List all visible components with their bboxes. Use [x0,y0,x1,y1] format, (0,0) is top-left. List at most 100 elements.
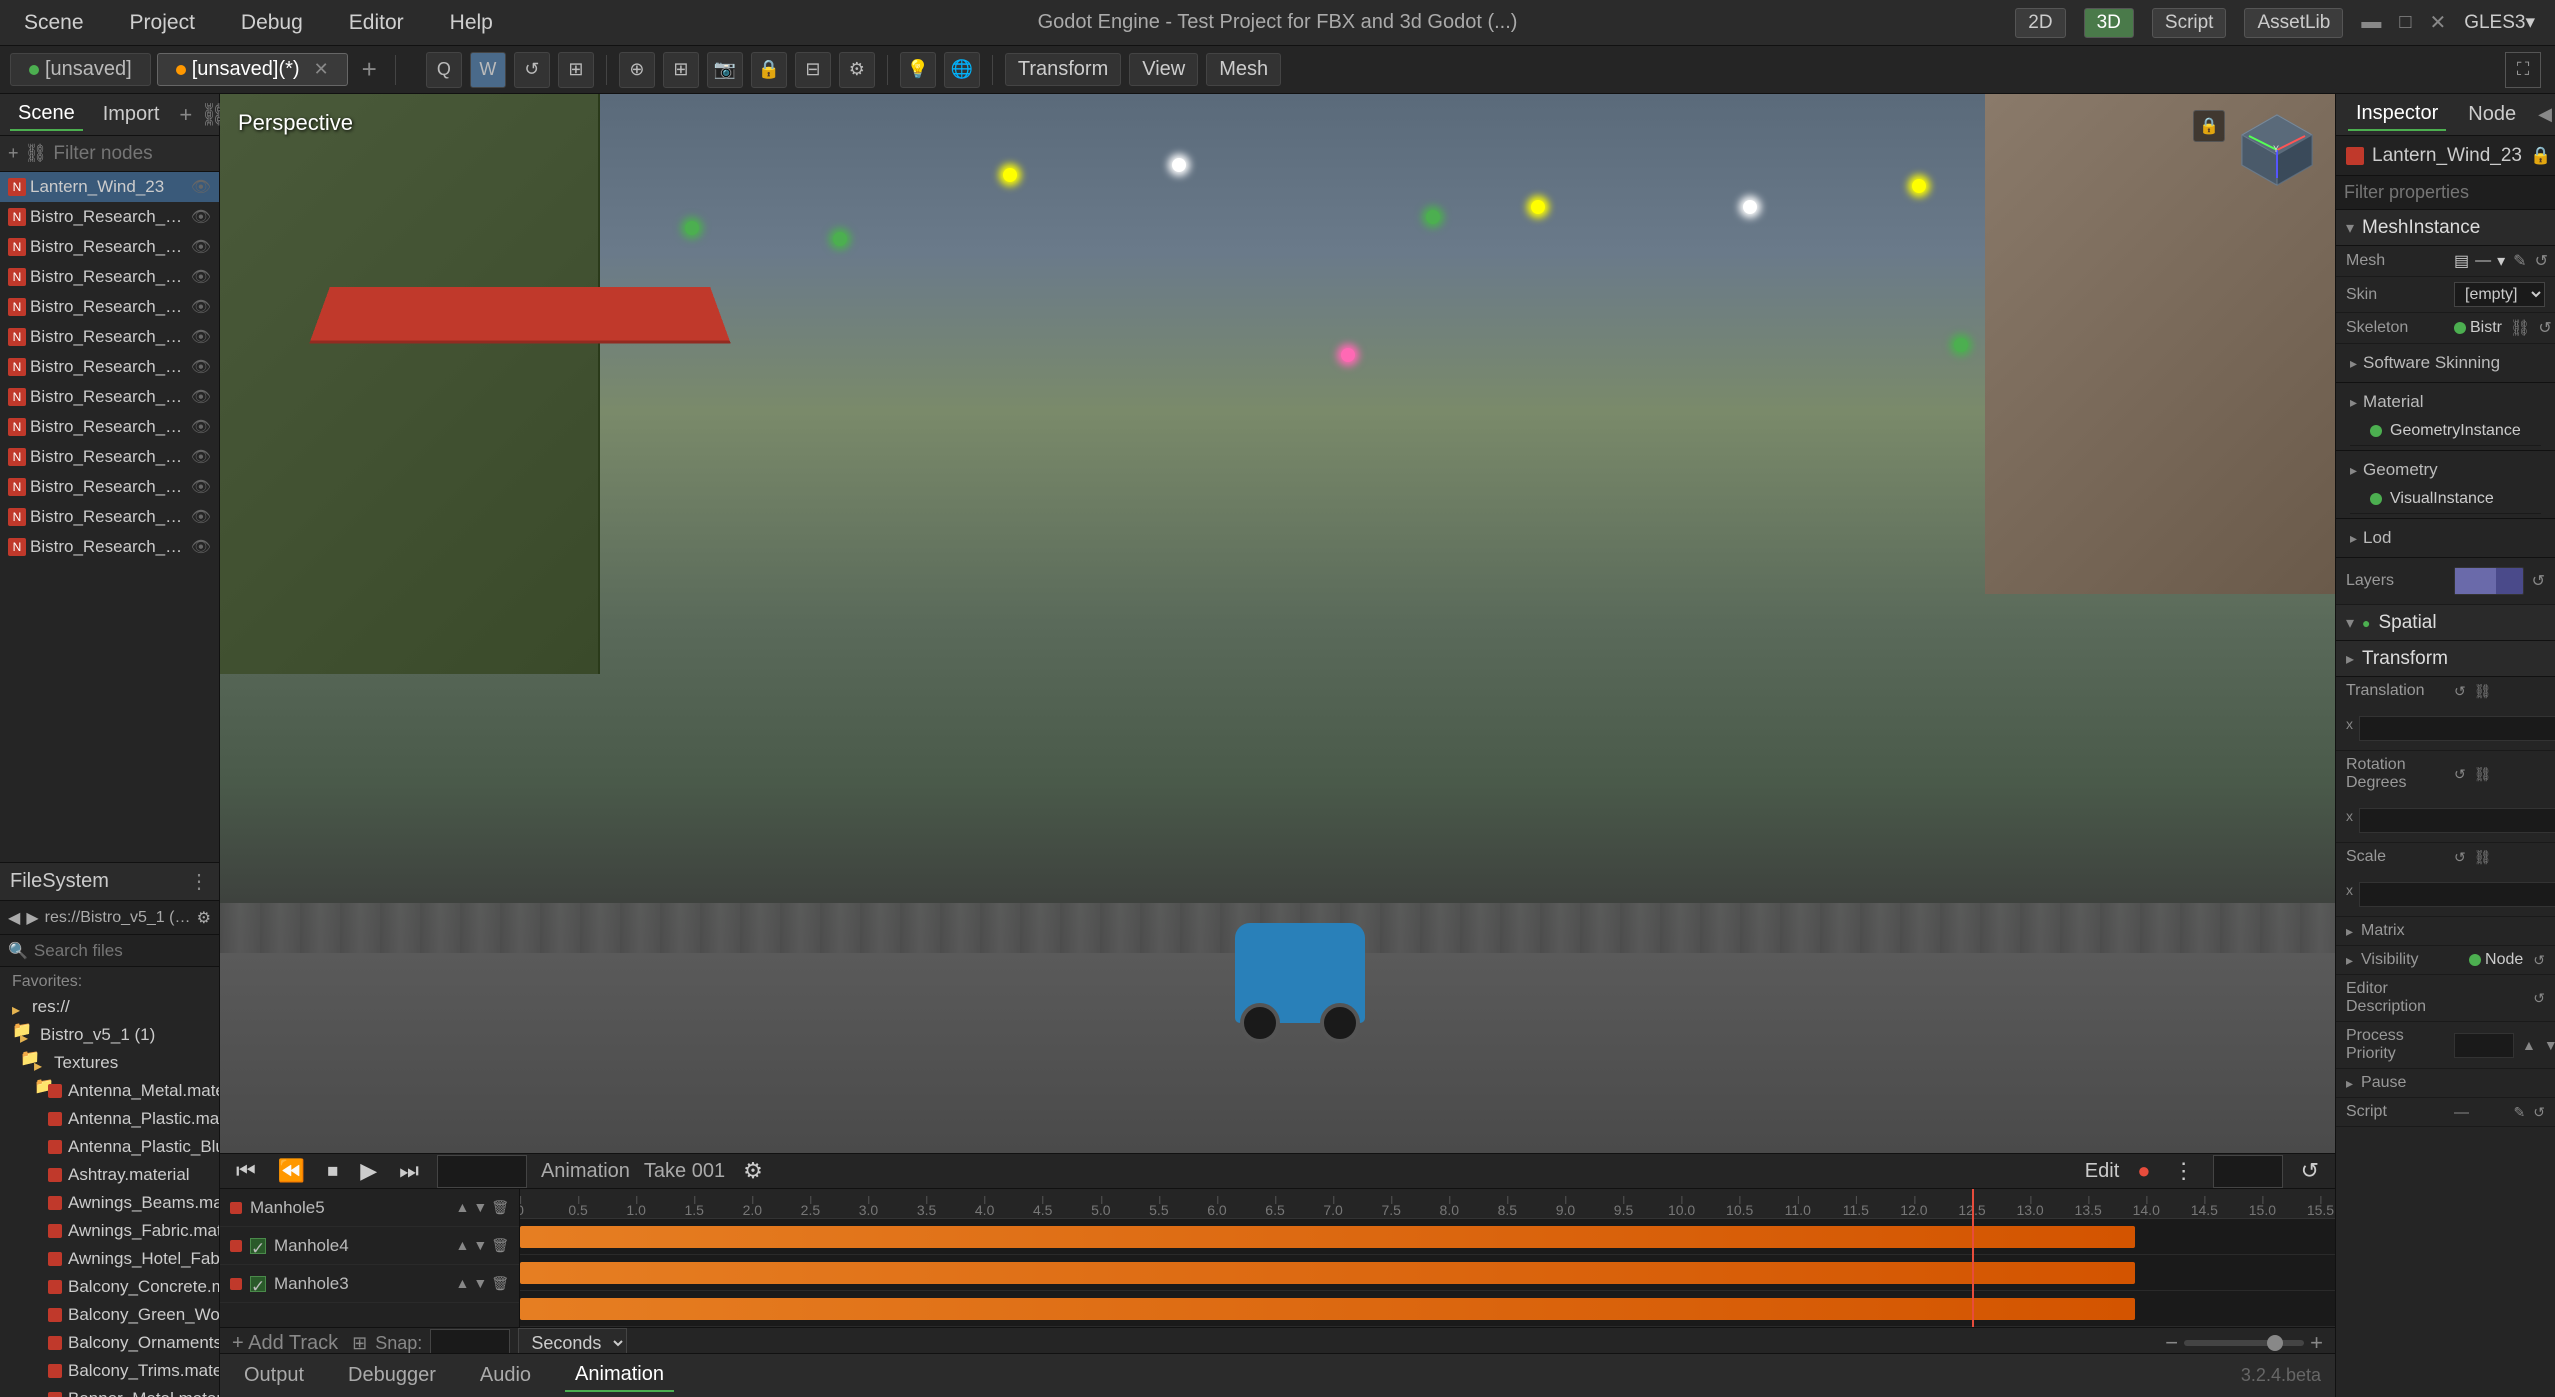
script-reset-icon[interactable]: ↺ [2533,1104,2545,1121]
material-header[interactable]: ▸ Material [2350,387,2541,417]
fs-item-antenna-plastic-blue[interactable]: Antenna_Plastic_Blue.material [0,1133,219,1161]
anim-rewind-button[interactable]: ⏪ [274,1154,309,1188]
fs-item-antenna-metal[interactable]: Antenna_Metal.material [0,1077,219,1105]
scene-add-icon[interactable]: + [179,102,192,128]
lod-header[interactable]: ▸ Lod [2350,523,2541,553]
tree-item-bistro-3[interactable]: N Bistro_Research_Exterior_Paris_Buil 👁 [0,262,219,292]
menu-editor[interactable]: Editor [341,7,412,39]
import-tab[interactable]: Import [95,99,168,130]
tree-item-bistro-6[interactable]: N Bistro_Research_Exterior_Paris_Buil 👁 [0,352,219,382]
menu-debug[interactable]: Debug [233,7,311,39]
tool-group[interactable]: ⊟ [795,52,831,88]
layers-bar[interactable] [2454,567,2524,595]
menu-help[interactable]: Help [442,7,501,39]
tool-snap[interactable]: ⊞ [663,52,699,88]
script-edit-icon[interactable]: ✎ [2514,1104,2526,1121]
process-priority-down[interactable]: ▼ [2544,1037,2555,1053]
rotation-reset-icon[interactable]: ↺ [2454,766,2466,783]
process-priority-up[interactable]: ▲ [2522,1037,2536,1053]
zoom-slider[interactable] [2184,1340,2304,1346]
tree-item-bistro-1[interactable]: N Bistro_Research_Exterior_Paris_Buil 👁 [0,202,219,232]
anim-menu-btn[interactable]: ⋮ [2169,1154,2199,1188]
mesh-edit-icon[interactable]: ✎ [2513,251,2526,271]
anim-track-bar-1[interactable] [520,1255,2335,1291]
process-priority-input[interactable]: 0 [2454,1033,2514,1058]
anim-add-track-button[interactable]: + Add Track [232,1332,338,1355]
track-up-icon-2[interactable]: ▲ [456,1275,470,1292]
view-3d-button[interactable]: 3D [2084,8,2134,38]
anim-track-header-manhole5[interactable]: Manhole5 ▲ ▼ 🗑 [220,1189,519,1227]
tree-eye-11[interactable]: 👁 [191,507,211,527]
navigation-cube[interactable]: Y [2237,110,2317,190]
fs-item-ashtray[interactable]: Ashtray.material [0,1161,219,1189]
anim-settings-icon[interactable]: ⚙ [739,1154,767,1188]
track-delete-icon-0[interactable]: 🗑 [491,1199,509,1216]
tool-move[interactable]: W [470,52,506,88]
anim-edit-button[interactable]: Edit [2085,1160,2119,1183]
anim-record-btn[interactable]: ● [2133,1154,2154,1188]
tab-debugger[interactable]: Debugger [338,1360,446,1391]
fs-item-balcony-concrete[interactable]: Balcony_Concrete.material [0,1273,219,1301]
fs-back-icon[interactable]: ◀ [8,908,20,928]
tree-item-bistro-5[interactable]: N Bistro_Research_Exterior_Paris_Buil 👁 [0,322,219,352]
toolbar-transform-label[interactable]: Transform [1005,53,1121,86]
fs-item-balcony-green[interactable]: Balcony_Green_Wood.material [0,1301,219,1329]
insp-section-meshinstance[interactable]: ▾ MeshInstance [2336,210,2555,246]
node-tab[interactable]: Node [2460,99,2524,130]
track-delete-icon-2[interactable]: 🗑 [491,1275,509,1292]
tree-item-bistro-12[interactable]: N Bistro_Research_Exterior_Paris_Buil 👁 [0,532,219,562]
tree-eye-12[interactable]: 👁 [191,537,211,557]
tree-eye-3[interactable]: 👁 [191,267,211,287]
tree-eye-4[interactable]: 👁 [191,297,211,317]
scale-x-input[interactable]: 1 [2359,882,2555,907]
tool-camera[interactable]: 📷 [707,52,743,88]
fs-item-awnings-fabric[interactable]: Awnings_Fabric.material [0,1217,219,1245]
fs-item-balcony-trims[interactable]: Balcony_Trims.material [0,1357,219,1385]
inspector-filter-input[interactable] [2344,182,2555,203]
filesystem-menu-icon[interactable]: ⋮ [189,869,209,894]
rotation-link-icon[interactable]: ⛓ [2474,766,2492,783]
layers-reset-icon[interactable]: ↺ [2532,571,2545,591]
tree-item-bistro-10[interactable]: N Bistro_Research_Exterior_Paris_Buil 👁 [0,472,219,502]
tree-eye-9[interactable]: 👁 [191,447,211,467]
fs-settings-icon[interactable]: ⚙ [197,908,211,928]
skeleton-link-icon[interactable]: ⛓ [2510,318,2530,338]
track-check-manhole4[interactable]: ✓ [250,1238,266,1254]
window-minimize[interactable]: ▬ [2361,11,2381,34]
node-lock-icon[interactable]: 🔒 [2530,146,2551,166]
animation-timeline[interactable]: 0 0.5 1.0 1.5 2.0 2.5 3.0 3.5 4.0 4.5 5.… [520,1189,2335,1327]
tool-scale[interactable]: ⊞ [558,52,594,88]
tool-settings[interactable]: ⚙ [839,52,875,88]
view-assetlib-button[interactable]: AssetLib [2244,8,2343,38]
track-check-manhole3[interactable]: ✓ [250,1276,266,1292]
track-up-icon-0[interactable]: ▲ [456,1199,470,1216]
insp-section-transform[interactable]: ▸ Transform [2336,641,2555,677]
translation-reset-icon[interactable]: ↺ [2454,683,2466,700]
tree-item-bistro-7[interactable]: N Bistro_Research_Exterior_Paris_Buil 👁 [0,382,219,412]
tree-item-bistro-8[interactable]: N Bistro_Research_Exterior_Paris_Buil 👁 [0,412,219,442]
fs-item-bistro-v5[interactable]: ▸ 📁 Bistro_v5_1 (1) [0,1021,219,1049]
filter-chain-icon[interactable]: ⛓ [25,143,48,164]
tree-item-bistro-9[interactable]: N Bistro_Research_Exterior_Paris_Buil 👁 [0,442,219,472]
translation-x-input[interactable]: -110.2 [2359,716,2555,741]
tree-eye-1[interactable]: 👁 [191,207,211,227]
vp-lock-btn[interactable]: 🔒 [2193,110,2225,142]
tab-unsaved-1[interactable]: [unsaved] [10,53,151,86]
anim-track-header-manhole4[interactable]: ✓ Manhole4 ▲ ▼ 🗑 [220,1227,519,1265]
inspector-tab[interactable]: Inspector [2348,98,2446,131]
scene-tab[interactable]: Scene [10,98,83,131]
window-maximize[interactable]: □ [2399,11,2411,34]
fs-item-awnings-beams[interactable]: Awnings_Beams.material [0,1189,219,1217]
rotation-x-input[interactable]: -87.04 [2359,808,2555,833]
skeleton-reset-icon[interactable]: ↺ [2538,318,2551,338]
tab-add-button[interactable]: + [354,54,385,85]
fs-item-awnings-hotel[interactable]: Awnings_Hotel_Fabric.material [0,1245,219,1273]
tree-item-lantern[interactable]: N Lantern_Wind_23 👁 [0,172,219,202]
track-delete-icon-1[interactable]: 🗑 [491,1237,509,1254]
menu-project[interactable]: Project [122,7,203,39]
mesh-dropdown-icon[interactable]: ▾ [2497,251,2505,271]
fs-item-banner-metal[interactable]: Banner_Metal.material [0,1385,219,1397]
tree-eye-5[interactable]: 👁 [191,327,211,347]
tab-unsaved-2[interactable]: [unsaved](*) ✕ [157,53,348,86]
fs-item-antenna-plastic[interactable]: Antenna_Plastic.material [0,1105,219,1133]
